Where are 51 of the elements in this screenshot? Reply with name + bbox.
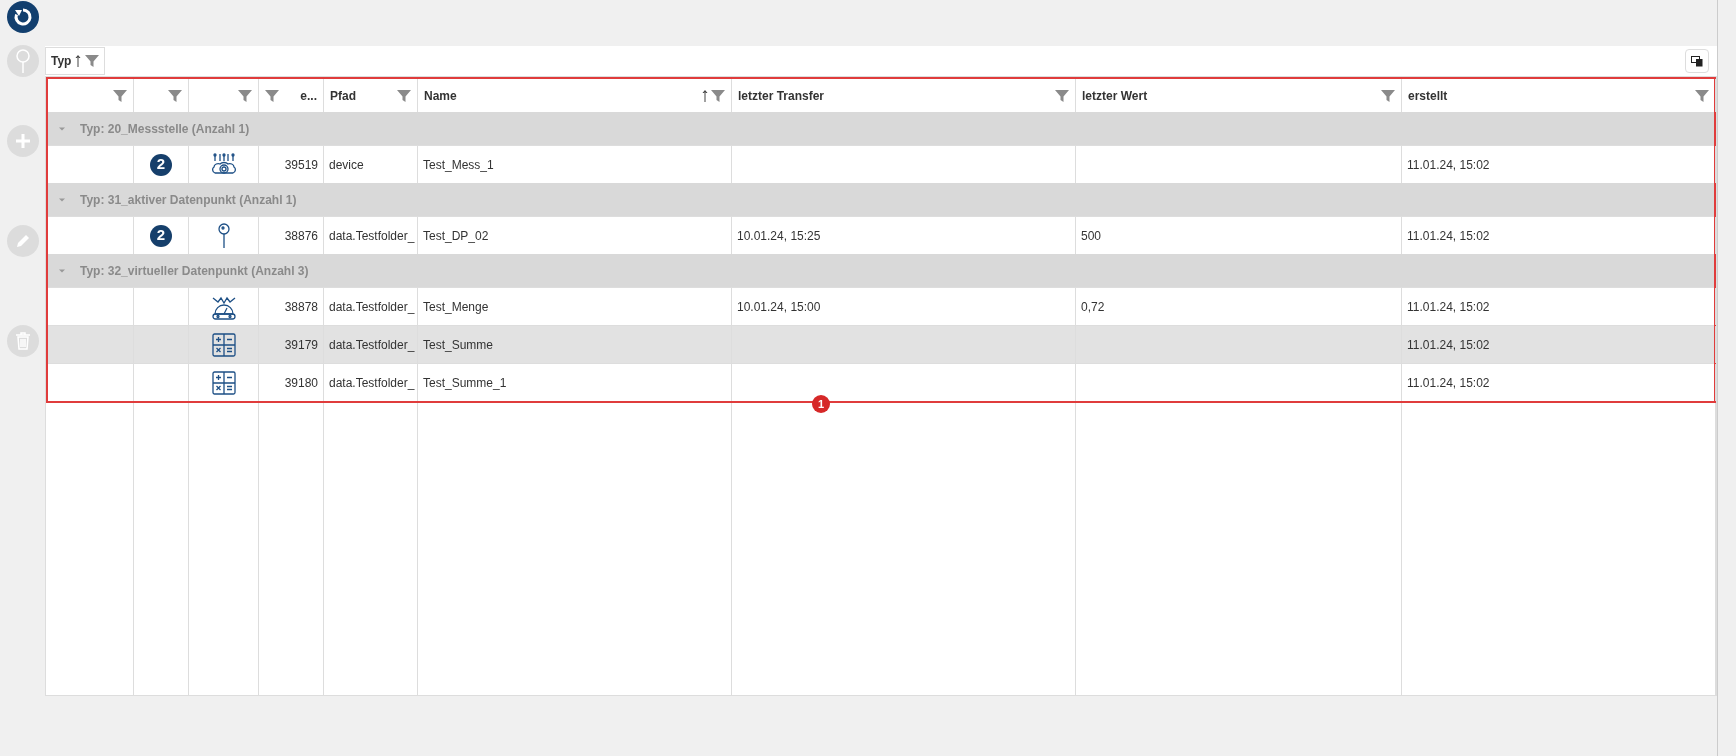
table-cell-text: Test_Menge: [423, 298, 489, 316]
group-chip[interactable]: Typ: [45, 47, 106, 75]
filter-icon[interactable]: [1695, 88, 1709, 103]
table-cell-text: 10.01.24, 15:00: [737, 298, 821, 316]
table-cell-text: data.Testfolder_: [329, 227, 415, 245]
count-badge: 2: [150, 153, 172, 176]
table-row[interactable]: 2 39519 device Test_Mess_1 11.01.24, 15:02: [48, 145, 1714, 183]
trash-icon: [14, 332, 31, 350]
annotation-marker: 1: [812, 395, 830, 413]
refresh-icon: [12, 7, 33, 27]
table-cell-text: Test_DP_02: [423, 227, 489, 245]
filter-icon[interactable]: [711, 88, 725, 103]
plus-icon: [14, 133, 31, 149]
table-row[interactable]: 39179 data.Testfolder_ Test_Summe 11.01.24, 15:02: [48, 325, 1714, 363]
table-cell-text: 11.01.24, 15:02: [1407, 227, 1490, 245]
table-cell-text: 0,72: [1081, 298, 1105, 316]
filter-icon[interactable]: [1055, 88, 1069, 103]
table-cell-text: data.Testfolder_: [329, 298, 415, 316]
table-cell-text: 39519: [284, 156, 318, 174]
table-cell-text: data.Testfolder_: [329, 374, 415, 392]
table-cell-text: 38876: [284, 227, 318, 245]
table-cell-text: Test_Summe_1: [423, 374, 507, 392]
count-badge: 2: [150, 224, 172, 247]
filter-icon[interactable]: [168, 88, 182, 103]
filter-icon[interactable]: [397, 88, 411, 103]
filter-icon[interactable]: [265, 88, 279, 103]
table-cell-text: 500: [1081, 227, 1102, 245]
table-cell-text: Test_Summe: [423, 336, 494, 354]
table-row[interactable]: 39180 data.Testfolder_ Test_Summe_1 11.01.24, 15:02: [48, 363, 1714, 401]
table-cell-text: 38878: [284, 298, 318, 316]
pencil-icon: [14, 233, 31, 249]
table-cell-text: Test_Mess_1: [423, 156, 494, 174]
table-cell-text: 11.01.24, 15:02: [1407, 156, 1490, 174]
table-cell-text: device: [329, 156, 364, 174]
table-cell-text: 11.01.24, 15:02: [1407, 298, 1490, 316]
refresh-button[interactable]: [6, 1, 39, 33]
table-cell-text: 11.01.24, 15:02: [1407, 336, 1490, 354]
filter-icon[interactable]: [113, 88, 127, 103]
table-cell-text: 10.01.24, 15:25: [737, 227, 821, 245]
table-cell-text: 39179: [284, 336, 318, 354]
column-chooser-icon: [1691, 55, 1703, 67]
filter-icon[interactable]: [1381, 88, 1395, 103]
table-cell-text: data.Testfolder_: [329, 336, 415, 354]
filter-icon[interactable]: [238, 88, 252, 103]
table-row[interactable]: 38878 data.Testfolder_ Test_Menge 10.01.24, 15:00 0,72 11.01.24, 15:02: [48, 287, 1714, 325]
pin-icon: [15, 49, 30, 73]
table-row[interactable]: 2 38876 data.Testfolder_ Test_DP_02 10.01.24, 15:25 500 11.01.24, 15:02: [48, 216, 1714, 254]
filter-icon[interactable]: [85, 54, 100, 68]
table-cell-text: 39180: [284, 374, 318, 392]
column-chooser-button[interactable]: [1685, 49, 1709, 73]
table-cell-text: 11.01.24, 15:02: [1407, 374, 1490, 392]
